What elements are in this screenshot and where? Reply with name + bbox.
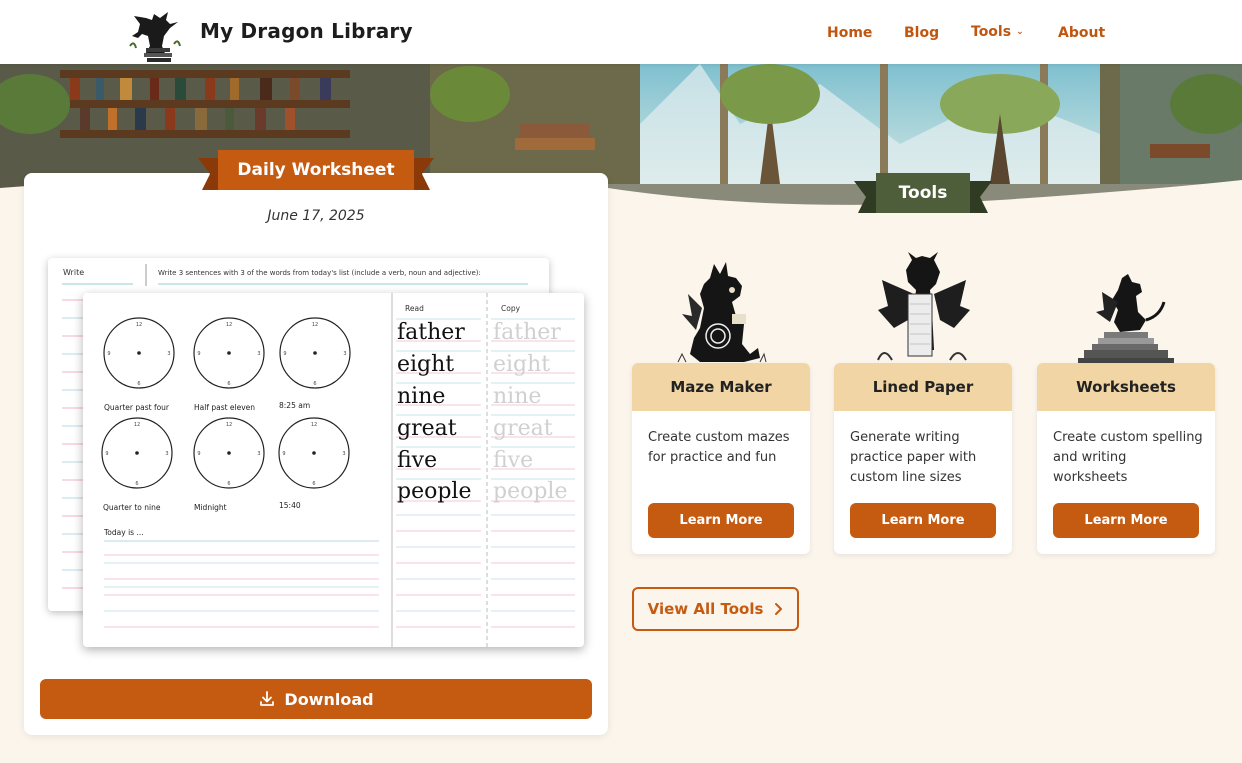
svg-text:6: 6 <box>137 381 140 387</box>
svg-text:6: 6 <box>135 481 138 487</box>
svg-text:3: 3 <box>343 351 346 357</box>
copy-word-3: nine <box>493 384 541 409</box>
worksheets-learn-more-button[interactable]: Learn More <box>1053 503 1199 538</box>
clock-label-1: Quarter past four <box>104 403 170 412</box>
svg-text:9: 9 <box>283 351 286 357</box>
download-icon <box>260 691 275 706</box>
worksheets-dragon-image <box>1078 274 1174 364</box>
read-word-6: people <box>397 479 472 504</box>
site-header: My Dragon Library Home Blog Tools ⌄ About <box>0 0 1242 64</box>
today-label: Today is ... <box>103 528 144 537</box>
clock-label-6: 15:40 <box>279 501 301 510</box>
view-all-tools-label: View All Tools <box>647 600 764 618</box>
tool-card-title: Lined Paper <box>834 363 1012 411</box>
chevron-right-icon <box>775 603 783 615</box>
svg-text:9: 9 <box>197 451 200 457</box>
clock-label-2: Half past eleven <box>194 403 255 412</box>
copy-word-6: people <box>493 479 568 504</box>
daily-worksheet-ribbon: Daily Worksheet <box>198 150 434 190</box>
lined-paper-dragon-image <box>877 252 970 361</box>
svg-text:6: 6 <box>313 381 316 387</box>
tool-card-worksheets: Worksheets Create custom spelling and wr… <box>1037 363 1215 554</box>
svg-text:12: 12 <box>312 322 318 328</box>
nav-blog-link[interactable]: Blog <box>904 25 939 41</box>
read-word-1: father <box>397 320 465 345</box>
svg-text:12: 12 <box>136 322 142 328</box>
read-column-label: Read <box>405 304 424 313</box>
lined-paper-learn-more-button[interactable]: Learn More <box>850 503 996 538</box>
nav-about-link[interactable]: About <box>1058 25 1105 41</box>
worksheet-preview-front[interactable]: 12 6 9 3 12 6 9 3 12 6 9 3 12 6 9 3 12 6 9 3 12 6 9 3 Quar… <box>83 293 584 647</box>
svg-text:12: 12 <box>226 422 232 428</box>
tool-card-description: Generate writing practice paper with cus… <box>850 430 977 485</box>
maze-dragon-image <box>677 262 767 363</box>
tool-card-maze-maker: Maze Maker Create custom mazes for pract… <box>632 363 810 554</box>
svg-text:12: 12 <box>134 422 140 428</box>
nav-home-link[interactable]: Home <box>827 25 872 41</box>
chevron-down-icon: ⌄ <box>1016 27 1024 37</box>
site-title[interactable]: My Dragon Library <box>200 19 413 43</box>
clock-label-4: Quarter to nine <box>103 503 161 512</box>
svg-text:6: 6 <box>227 481 230 487</box>
tool-card-title: Worksheets <box>1037 363 1215 411</box>
back-sheet-instruction: Write 3 sentences with 3 of the words fr… <box>158 269 481 277</box>
svg-text:9: 9 <box>282 451 285 457</box>
svg-text:9: 9 <box>197 351 200 357</box>
copy-word-1: father <box>493 320 561 345</box>
read-word-3: nine <box>397 384 445 409</box>
nav-tools-link[interactable]: Tools ⌄ <box>971 24 1024 40</box>
svg-text:6: 6 <box>227 381 230 387</box>
read-word-5: five <box>397 448 437 473</box>
copy-word-2: eight <box>493 352 550 377</box>
tool-card-description: Create custom mazes for practice and fun <box>648 430 790 465</box>
read-word-4: great <box>397 416 457 441</box>
tool-card-title: Maze Maker <box>632 363 810 411</box>
svg-text:3: 3 <box>257 351 260 357</box>
svg-text:3: 3 <box>165 451 168 457</box>
svg-text:12: 12 <box>311 422 317 428</box>
clock-label-3: 8:25 am <box>279 401 310 410</box>
nav-tools-label: Tools <box>971 24 1012 40</box>
tools-ribbon: Tools <box>854 173 992 213</box>
clock-label-5: Midnight <box>194 503 227 512</box>
svg-text:3: 3 <box>342 451 345 457</box>
copy-column-label: Copy <box>501 304 521 313</box>
download-label: Download <box>284 689 374 709</box>
svg-text:3: 3 <box>257 451 260 457</box>
tool-card-lined-paper: Lined Paper Generate writing practice pa… <box>834 363 1012 554</box>
worksheet-date: June 17, 2025 <box>267 208 365 224</box>
svg-text:3: 3 <box>167 351 170 357</box>
copy-word-4: great <box>493 416 553 441</box>
dragon-logo-icon[interactable] <box>126 6 184 64</box>
tool-card-description: Create custom spelling and writing works… <box>1053 430 1203 485</box>
tools-heading: Tools <box>876 173 970 213</box>
svg-text:9: 9 <box>105 451 108 457</box>
svg-text:12: 12 <box>226 322 232 328</box>
view-all-tools-button[interactable]: View All Tools <box>632 587 799 631</box>
back-sheet-write-label: Write <box>63 268 84 277</box>
copy-word-5: five <box>493 448 533 473</box>
maze-maker-learn-more-button[interactable]: Learn More <box>648 503 794 538</box>
daily-worksheet-heading: Daily Worksheet <box>218 150 414 190</box>
download-button[interactable]: Download <box>40 679 592 719</box>
read-word-2: eight <box>397 352 454 377</box>
svg-text:6: 6 <box>312 481 315 487</box>
svg-text:9: 9 <box>107 351 110 357</box>
